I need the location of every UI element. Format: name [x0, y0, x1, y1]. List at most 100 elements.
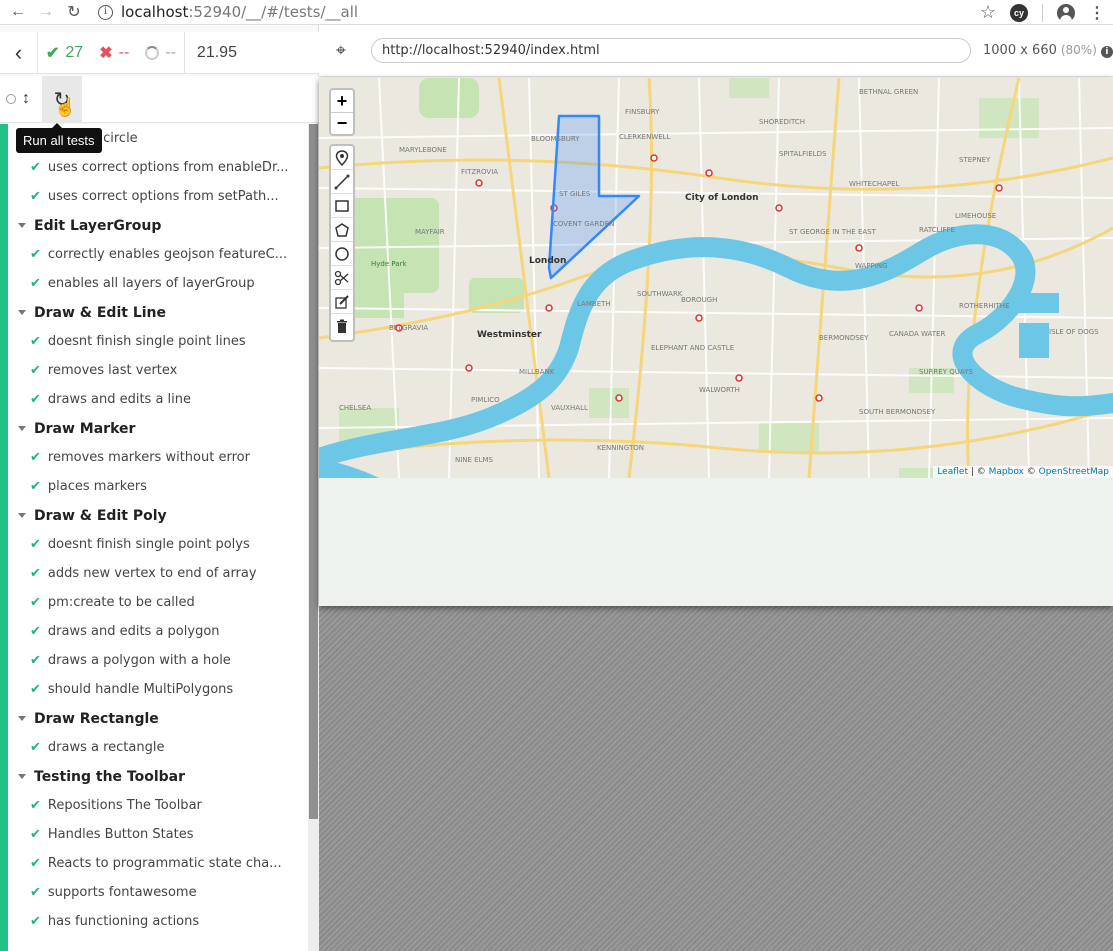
map-label: SOUTHWARK	[637, 290, 683, 298]
passed-check-icon: ✔	[30, 682, 41, 697]
failed-value: --	[118, 43, 130, 61]
test-title: adds new vertex to end of array	[47, 566, 257, 581]
test-title: Handles Button States	[47, 827, 194, 842]
passed-check-icon: ✔	[30, 479, 41, 494]
cut-icon[interactable]	[331, 266, 353, 290]
divider	[1042, 3, 1043, 22]
star-icon[interactable]: ☆	[980, 2, 996, 23]
map-tiles	[319, 78, 1113, 478]
test-title: should handle MultiPolygons	[47, 682, 234, 697]
test-item[interactable]: ✔ correctly enables geojson featureC...	[8, 240, 308, 269]
auto-scroll-toggle-icon[interactable]	[6, 94, 16, 104]
test-item[interactable]: ✔ draws a rectangle	[8, 733, 308, 762]
zoom-in-button[interactable]: +	[331, 90, 353, 112]
pending-value: --	[165, 43, 176, 61]
marker-icon[interactable]	[331, 146, 353, 170]
test-title: draws and edits a line	[47, 392, 192, 407]
test-title: removes last vertex	[47, 363, 178, 378]
circle-icon[interactable]	[331, 242, 353, 266]
osm-link[interactable]: OpenStreetMap	[1039, 467, 1109, 477]
viewport-scale: (80%)	[1060, 43, 1097, 57]
map-label: CHELSEA	[339, 404, 372, 412]
reporter-controls: ↕ ↻	[0, 75, 319, 123]
map-label: KENNINGTON	[597, 444, 644, 452]
edit-icon[interactable]	[331, 290, 353, 314]
forward-arrow-icon[interactable]: →	[36, 2, 56, 22]
suite-title[interactable]: Edit LayerGroup	[8, 211, 308, 240]
test-item[interactable]: ✔ should handle MultiPolygons	[8, 675, 308, 704]
app-url-field[interactable]: http://localhost:52940/index.html	[371, 38, 971, 63]
map-label: BLOOMSBURY	[531, 135, 580, 143]
test-item[interactable]: ✔ pm:create to be called	[8, 588, 308, 617]
suite-label: Draw & Edit Line	[34, 304, 166, 321]
test-item[interactable]: ✔ supports fontawesome	[8, 878, 308, 907]
test-item[interactable]: ✔ doesnt finish single point polys	[8, 530, 308, 559]
polygon-icon[interactable]	[331, 218, 353, 242]
info-icon[interactable]: i	[98, 4, 113, 20]
test-item[interactable]: ✔ doesnt finish single point lines	[8, 327, 308, 356]
test-item[interactable]: ✔ adds new vertex to end of array	[8, 559, 308, 588]
map[interactable]: City of London London Westminster CLERKE…	[319, 78, 1113, 478]
map-label: SPITALFIELDS	[779, 150, 827, 158]
passed-check-icon: ✔	[30, 247, 41, 262]
map-label: SOUTH BERMONDSEY	[859, 408, 936, 416]
suite-label: Draw & Edit Poly	[34, 507, 167, 524]
info-icon[interactable]: i	[1100, 46, 1113, 58]
rectangle-icon[interactable]	[331, 194, 353, 218]
expand-collapse-icon[interactable]: ↕	[22, 90, 30, 108]
selector-playground-icon[interactable]: ⌖	[319, 25, 363, 77]
map-label: ISLE OF DOGS	[1049, 328, 1099, 336]
passed-check-icon: ✔	[30, 392, 41, 407]
test-title: supports fontawesome	[47, 885, 197, 900]
pending-count: --	[137, 31, 185, 74]
test-item[interactable]: ✔ removes last vertex	[8, 356, 308, 385]
run-all-tooltip: Run all tests	[16, 123, 102, 153]
test-title: draws a rectangle	[47, 740, 165, 755]
zoom-control: + −	[329, 88, 355, 136]
suite-title[interactable]: Draw & Edit Poly	[8, 501, 308, 530]
test-item[interactable]: ✔ draws a polygon with a hole	[8, 646, 308, 675]
test-item[interactable]: ✔ draws and edits a line	[8, 385, 308, 414]
suite-title[interactable]: Draw Rectangle	[8, 704, 308, 733]
test-title: draws a polygon with a hole	[47, 653, 231, 668]
kebab-menu-icon[interactable]: ⋮	[1089, 3, 1105, 23]
test-item[interactable]: ✔ uses correct options from setPath...	[8, 182, 308, 211]
passed-check-icon: ✔	[30, 914, 41, 929]
delete-icon[interactable]	[331, 314, 353, 338]
test-title: doesnt finish single point lines	[47, 334, 246, 349]
passed-check-icon: ✔	[30, 856, 41, 871]
test-item[interactable]: ✔ removes markers without error	[8, 443, 308, 472]
caret-down-icon	[18, 513, 26, 518]
test-item[interactable]: ✔ Reacts to programmatic state cha...	[8, 849, 308, 878]
map-label: BERMONDSEY	[819, 334, 869, 342]
test-item[interactable]: ✔ Handles Button States	[8, 820, 308, 849]
pending-ring-icon	[145, 45, 160, 60]
test-list-scrollbar[interactable]	[308, 124, 319, 951]
suite-title[interactable]: Draw Marker	[8, 414, 308, 443]
suite-label: Edit LayerGroup	[34, 217, 162, 234]
test-item[interactable]: ✔ uses correct options from enableDr...	[8, 153, 308, 182]
address-bar[interactable]: i localhost:52940/__/#/tests/__all	[98, 3, 358, 21]
reload-icon[interactable]: ↻	[64, 2, 84, 22]
test-item[interactable]: ✔ draws and edits a polygon	[8, 617, 308, 646]
map-label: Westminster	[477, 330, 542, 340]
account-icon[interactable]	[1057, 3, 1075, 22]
back-to-specs-button[interactable]: ‹	[0, 31, 38, 74]
cypress-extension-icon[interactable]: cy	[1010, 3, 1028, 22]
passed-check-icon: ✔	[30, 827, 41, 842]
scrollbar-thumb[interactable]	[309, 124, 318, 819]
leaflet-link[interactable]: Leaflet	[937, 467, 968, 477]
back-arrow-icon[interactable]: ←	[8, 2, 28, 22]
mapbox-link[interactable]: Mapbox	[989, 467, 1024, 477]
test-item[interactable]: ✔ places markers	[8, 472, 308, 501]
suite-title[interactable]: Testing the Toolbar	[8, 762, 308, 791]
test-item[interactable]: ✔ Repositions The Toolbar	[8, 791, 308, 820]
url-path: :52940/__/#/tests/__all	[188, 3, 359, 21]
test-item[interactable]: ✔ has functioning actions	[8, 907, 308, 936]
zoom-out-button[interactable]: −	[331, 112, 353, 134]
test-title: draws and edits a polygon	[47, 624, 220, 639]
passed-check-icon: ✔	[30, 363, 41, 378]
test-item[interactable]: ✔ enables all layers of layerGroup	[8, 269, 308, 298]
line-icon[interactable]	[331, 170, 353, 194]
suite-title[interactable]: Draw & Edit Line	[8, 298, 308, 327]
